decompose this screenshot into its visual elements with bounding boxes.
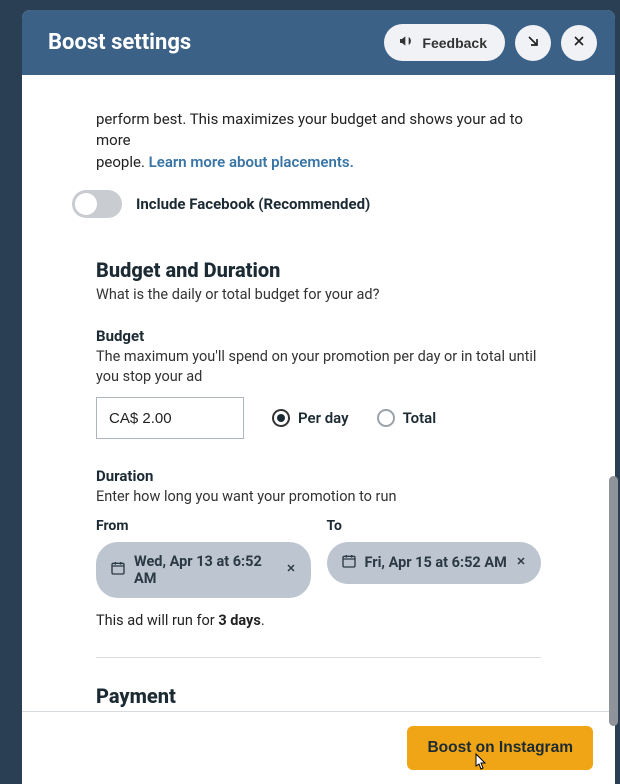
- payment-title: Payment: [96, 684, 541, 708]
- budget-duration-subtitle: What is the daily or total budget for yo…: [96, 286, 541, 303]
- duration-label: Duration: [96, 467, 541, 485]
- placements-description: perform best This maximizes your budget …: [96, 83, 541, 174]
- calendar-icon: [341, 553, 357, 573]
- run-days: 3 days: [218, 612, 261, 629]
- include-facebook-row: Include Facebook (Recommended): [72, 190, 541, 218]
- budget-row: Per day Total: [96, 397, 541, 439]
- total-option[interactable]: Total: [377, 409, 437, 427]
- divider: [96, 657, 541, 658]
- from-label: From: [96, 518, 311, 534]
- modal-header: Boost settings Feedback: [22, 10, 615, 75]
- calendar-icon: [110, 560, 126, 580]
- to-label: To: [327, 518, 542, 534]
- per-day-label: Per day: [298, 409, 349, 427]
- modal-title: Boost settings: [48, 30, 374, 55]
- close-button[interactable]: [561, 25, 597, 61]
- boost-settings-modal: Boost settings Feedback perform best Thi…: [22, 10, 615, 784]
- from-date-pill[interactable]: Wed, Apr 13 at 6:52 AM: [96, 542, 311, 598]
- to-date-value: Fri, Apr 15 at 6:52 AM: [365, 554, 507, 571]
- from-column: From Wed, Apr 13 at 6:52 AM: [96, 518, 311, 598]
- boost-button-label: Boost on Instagram: [427, 739, 573, 756]
- to-column: To Fri, Apr 15 at 6:52 AM: [327, 518, 542, 598]
- budget-label: Budget: [96, 327, 541, 345]
- to-date-pill[interactable]: Fri, Apr 15 at 6:52 AM: [327, 542, 541, 584]
- boost-on-instagram-button[interactable]: Boost on Instagram: [407, 726, 593, 770]
- placements-text-line1: perform best. This maximizes your budget…: [96, 110, 523, 150]
- include-facebook-label: Include Facebook (Recommended): [136, 195, 370, 213]
- modal-body[interactable]: perform best This maximizes your budget …: [22, 75, 615, 711]
- expand-button[interactable]: [515, 25, 551, 61]
- close-icon: [571, 33, 587, 52]
- run-suffix: .: [261, 612, 265, 629]
- budget-input[interactable]: [96, 397, 244, 439]
- from-date-value: Wed, Apr 13 at 6:52 AM: [134, 553, 277, 587]
- date-range-row: From Wed, Apr 13 at 6:52 AM To: [96, 518, 541, 598]
- feedback-label: Feedback: [422, 35, 487, 51]
- budget-help: The maximum you'll spend on your promoti…: [96, 347, 541, 388]
- arrow-down-right-icon: [525, 33, 541, 52]
- modal-footer: Boost on Instagram: [22, 711, 615, 784]
- radio-unchecked-icon: [377, 409, 395, 427]
- feedback-button[interactable]: Feedback: [384, 24, 505, 61]
- per-day-option[interactable]: Per day: [272, 409, 349, 427]
- placements-text-line2: people.: [96, 153, 149, 171]
- radio-checked-icon: [272, 409, 290, 427]
- run-duration-note: This ad will run for 3 days.: [96, 612, 541, 629]
- clear-icon[interactable]: [515, 554, 527, 571]
- include-facebook-toggle[interactable]: [72, 190, 122, 218]
- megaphone-icon: [398, 33, 414, 52]
- budget-duration-title: Budget and Duration: [96, 258, 541, 282]
- scrollbar[interactable]: [609, 476, 618, 726]
- clear-icon[interactable]: [285, 561, 297, 578]
- learn-more-placements-link[interactable]: Learn more about placements.: [149, 153, 354, 171]
- run-prefix: This ad will run for: [96, 612, 218, 629]
- duration-help: Enter how long you want your promotion t…: [96, 487, 541, 507]
- total-label: Total: [403, 409, 437, 427]
